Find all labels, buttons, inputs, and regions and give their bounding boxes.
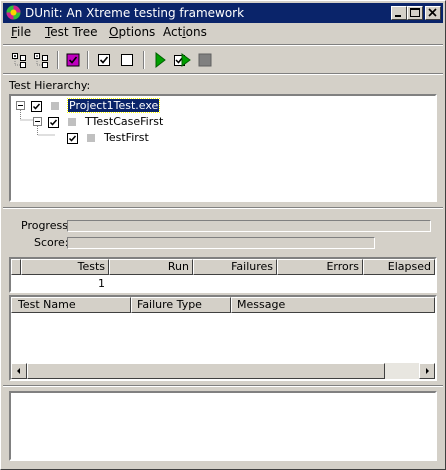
- splitter[interactable]: [3, 385, 443, 387]
- failures-col-failure-type[interactable]: Failure Type: [131, 297, 231, 313]
- stop-icon: [198, 53, 212, 67]
- menu-test-tree[interactable]: Test Tree: [45, 25, 97, 39]
- score-label: Score:: [34, 236, 69, 249]
- test-status-icon: [67, 118, 76, 126]
- test-hierarchy-label: Test Hierarchy:: [9, 79, 91, 92]
- menu-bar: File Test Tree Options Actions: [3, 23, 443, 42]
- check-all-icon: [98, 54, 110, 66]
- scroll-left-icon: [17, 368, 20, 374]
- toolbar-bottom-separator: [3, 73, 443, 75]
- window-title: DUnit: An Xtreme testing framework: [25, 6, 245, 20]
- title-bar[interactable]: DUnit: An Xtreme testing framework: [3, 3, 443, 23]
- stats-col-errors[interactable]: Errors: [277, 259, 363, 275]
- splitter[interactable]: [3, 207, 443, 209]
- select-failed-button[interactable]: [64, 51, 82, 69]
- tree-node-project[interactable]: Project1Test.exe: [31, 98, 161, 113]
- toolbar-separator: [87, 51, 89, 69]
- collapse-icon[interactable]: [33, 117, 42, 126]
- stop-button[interactable]: [196, 51, 214, 69]
- stats-tests-value: 1: [98, 277, 105, 290]
- menu-file[interactable]: File: [11, 25, 31, 39]
- tree-node-label: Project1Test.exe: [66, 98, 161, 113]
- scroll-right-button[interactable]: [419, 363, 435, 379]
- maximize-icon: [410, 8, 420, 17]
- scroll-left-button[interactable]: [11, 363, 27, 379]
- horizontal-scrollbar[interactable]: [11, 363, 435, 379]
- stats-grid: Tests Run Failures Errors Elapsed 1: [9, 257, 437, 293]
- details-memo[interactable]: [9, 391, 437, 461]
- run-button[interactable]: [151, 51, 169, 69]
- uncheck-all-icon: [121, 54, 133, 66]
- tree-node-label: TTestCaseFirst: [85, 115, 164, 128]
- run-selected-icon: [174, 53, 191, 67]
- main-window: DUnit: An Xtreme testing framework File …: [0, 0, 446, 470]
- toolbar-separator: [57, 51, 59, 69]
- stats-row-header: [11, 259, 21, 275]
- failures-list[interactable]: Test Name Failure Type Message: [9, 295, 437, 381]
- scroll-right-icon: [426, 368, 429, 374]
- tree-node-label: TestFirst: [104, 131, 149, 144]
- close-icon: [428, 8, 437, 17]
- test-status-icon: [50, 102, 59, 110]
- stats-col-tests[interactable]: Tests: [21, 259, 109, 275]
- test-status-icon: [86, 134, 95, 142]
- select-failed-icon: [66, 53, 80, 67]
- tree-node-checkbox[interactable]: [67, 132, 78, 144]
- stats-col-elapsed[interactable]: Elapsed: [363, 259, 435, 275]
- score-bar: [67, 237, 375, 249]
- collapse-tree-icon: [34, 53, 48, 68]
- collapse-tree-button[interactable]: [33, 51, 51, 69]
- run-selected-button[interactable]: [173, 51, 191, 69]
- maximize-button[interactable]: [407, 6, 423, 20]
- scroll-thumb[interactable]: [27, 363, 385, 379]
- tree-node-testcase[interactable]: TTestCaseFirst: [48, 115, 163, 129]
- stats-col-run[interactable]: Run: [109, 259, 193, 275]
- check-all-button[interactable]: [95, 51, 113, 69]
- stats-col-failures[interactable]: Failures: [193, 259, 277, 275]
- menu-separator: [3, 44, 443, 46]
- test-hierarchy-tree[interactable]: Project1Test.exe TTestCaseFirst TestFirs…: [9, 94, 437, 202]
- failures-col-test-name[interactable]: Test Name: [11, 297, 131, 313]
- minimize-icon: [395, 15, 401, 17]
- tree-node-test[interactable]: TestFirst: [67, 131, 149, 145]
- collapse-icon[interactable]: [16, 101, 25, 110]
- menu-options[interactable]: Options: [109, 25, 155, 39]
- run-icon: [155, 51, 166, 69]
- toolbar-separator: [143, 51, 145, 69]
- close-button[interactable]: [425, 6, 441, 20]
- minimize-button[interactable]: [391, 6, 407, 20]
- expand-tree-icon: [12, 53, 26, 68]
- dunit-app-icon: [6, 5, 21, 20]
- progress-label: Progress:: [21, 219, 72, 232]
- menu-actions[interactable]: Actions: [163, 25, 207, 39]
- tree-node-checkbox[interactable]: [48, 116, 59, 128]
- progress-bar: [67, 220, 431, 232]
- expand-tree-button[interactable]: [11, 51, 29, 69]
- tree-node-checkbox[interactable]: [31, 100, 42, 112]
- failures-col-message[interactable]: Message: [231, 297, 435, 313]
- uncheck-all-button[interactable]: [118, 51, 136, 69]
